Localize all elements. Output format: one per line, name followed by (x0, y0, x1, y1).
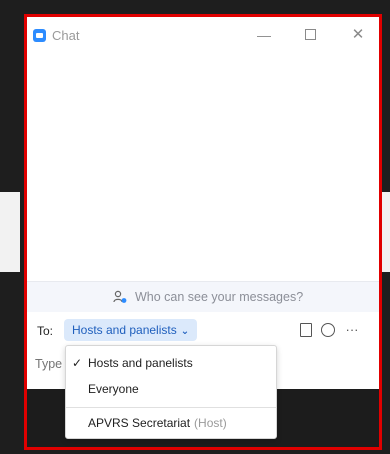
dropdown-item-everyone[interactable]: Everyone (66, 376, 276, 402)
dropdown-item-hosts-and-panelists[interactable]: ✓ Hosts and panelists (66, 350, 276, 376)
dropdown-item-label: Everyone (88, 382, 139, 396)
dropdown-item-apvrs-secretariat[interactable]: APVRS Secretariat (Host) (66, 410, 276, 436)
participant-name: APVRS Secretariat (88, 416, 191, 430)
background-window-edge-left (0, 192, 20, 272)
checkmark-icon: ✓ (72, 356, 83, 370)
background-window-edge-right (382, 192, 390, 272)
recipient-dropdown: ✓ Hosts and panelists Everyone APVRS Sec… (65, 345, 277, 439)
host-role-tag: (Host) (194, 416, 227, 430)
dropdown-divider (66, 407, 276, 408)
dropdown-item-label: Hosts and panelists (88, 356, 193, 370)
dropdown-item-label: APVRS Secretariat (Host) (88, 410, 227, 436)
